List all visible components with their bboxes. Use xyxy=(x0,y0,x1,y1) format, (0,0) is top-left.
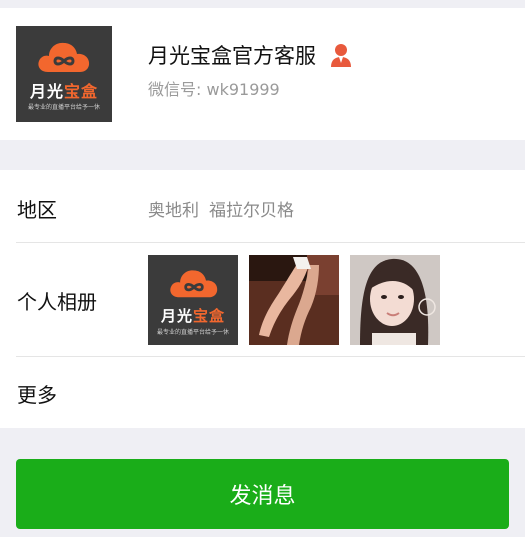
avatar-brand: 月光宝盒 xyxy=(29,82,99,101)
avatar-slogan: 最专业的直播平台给予一休 xyxy=(27,104,100,111)
name-row: 月光宝盒官方客服 xyxy=(148,40,352,70)
avatar[interactable]: 月光宝盒 最专业的直播平台给予一休 xyxy=(16,26,112,122)
album-row[interactable]: 个人相册 月光宝盒 最专业的直播平台给予一休 xyxy=(0,242,525,356)
portrait-photo-image xyxy=(350,255,440,345)
send-message-button[interactable]: 发消息 xyxy=(16,459,509,529)
album-thumb-logo[interactable]: 月光宝盒 最专业的直播平台给予一休 xyxy=(148,255,238,345)
profile-name: 月光宝盒官方客服 xyxy=(148,44,316,68)
wechat-id: 微信号: wk91999 xyxy=(148,80,280,99)
person-icon xyxy=(331,44,351,67)
thumb-slogan: 最专业的直播平台给予一休 xyxy=(156,329,229,336)
album-thumb-legs-photo[interactable] xyxy=(249,255,339,345)
cloud-logo-icon xyxy=(170,270,218,298)
region-country: 奥地利 xyxy=(148,201,199,221)
details-card: 地区 奥地利 福拉尔贝格 个人相册 月光宝盒 最专业的直播平台给予一休 更多 xyxy=(0,170,525,428)
thumb-brand: 月光宝盒 xyxy=(160,307,226,325)
region-row: 地区 奥地利 福拉尔贝格 xyxy=(0,170,525,242)
album-thumb-portrait-photo[interactable] xyxy=(350,255,440,345)
more-label: 更多 xyxy=(17,383,57,407)
album-label: 个人相册 xyxy=(17,290,97,314)
profile-card: 月光宝盒 最专业的直播平台给予一休 月光宝盒官方客服 微信号: wk91999 xyxy=(0,8,525,140)
more-row[interactable]: 更多 xyxy=(0,356,525,428)
cloud-logo-icon xyxy=(38,42,90,72)
region-value: 奥地利 福拉尔贝格 xyxy=(148,196,294,221)
region-city: 福拉尔贝格 xyxy=(209,201,294,221)
region-label: 地区 xyxy=(17,198,57,222)
legs-photo-image xyxy=(249,255,339,345)
